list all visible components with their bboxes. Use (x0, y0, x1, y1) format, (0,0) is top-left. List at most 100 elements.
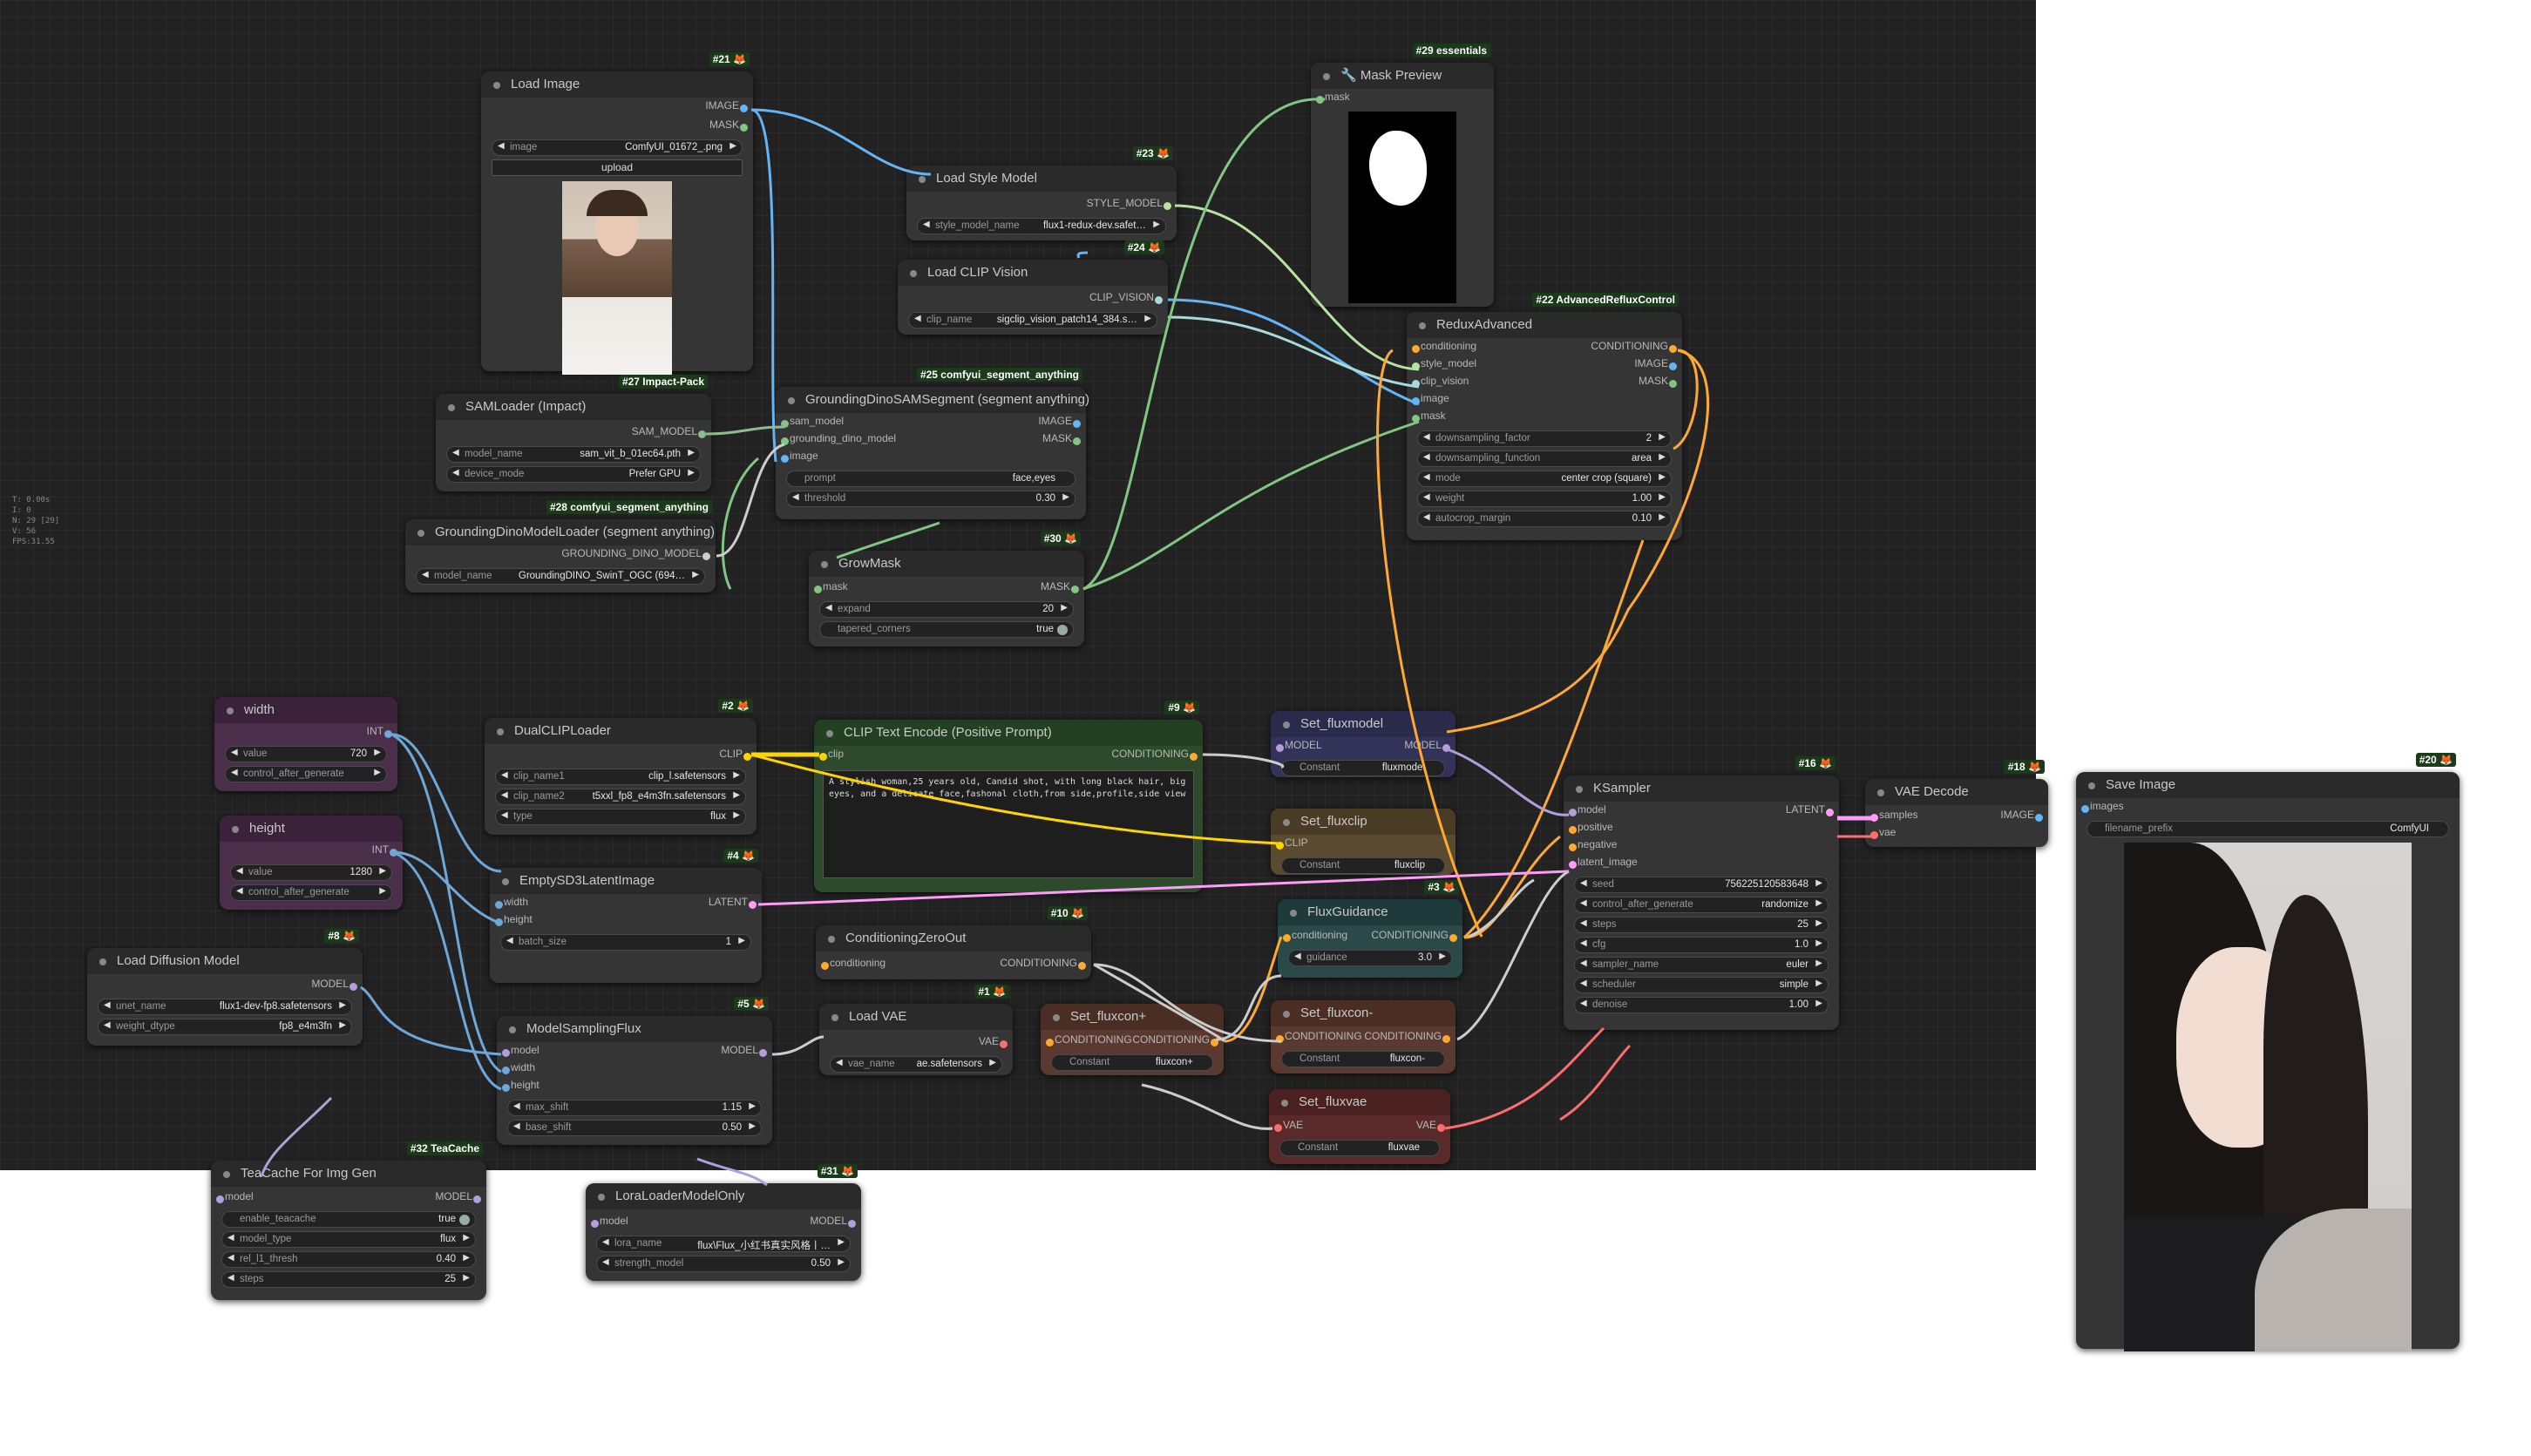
node-title[interactable]: Load CLIP Vision (898, 260, 1168, 286)
output-socket[interactable] (1071, 586, 1079, 593)
input-socket[interactable] (1569, 861, 1577, 869)
input-socket[interactable] (502, 1067, 510, 1074)
input-socket[interactable] (1276, 1035, 1284, 1043)
input-socket[interactable] (1412, 345, 1420, 353)
output-socket[interactable] (1449, 934, 1457, 942)
output-socket[interactable] (1669, 380, 1677, 388)
node-save-image[interactable]: #20 🦊 Save Image images filename_prefix C… (2076, 753, 2460, 1351)
node-title[interactable]: Set_fluxcon- (1271, 1000, 1455, 1026)
output-socket[interactable] (698, 430, 706, 438)
style-model-combo[interactable]: ◀ style_model_name flux1-redux-dev.safet… ▶ (917, 218, 1166, 234)
output-socket[interactable] (1669, 362, 1677, 370)
node-title[interactable]: ModelSamplingFlux (497, 1016, 772, 1042)
input-socket[interactable] (781, 437, 789, 445)
steps-widget[interactable]: ◀ steps 25 ▶ (1574, 917, 1829, 933)
node-redux-advanced[interactable]: #22 AdvancedRefluxControl ReduxAdvanced … (1407, 293, 1682, 540)
input-socket[interactable] (814, 586, 822, 593)
output-socket[interactable] (473, 1195, 481, 1203)
node-title[interactable]: Set_fluxvae (1269, 1089, 1450, 1115)
input-socket[interactable] (1569, 843, 1577, 851)
output-socket[interactable] (848, 1220, 856, 1228)
node-conditioning-zero-out[interactable]: #10 🦊 ConditioningZeroOut conditioning CO… (816, 906, 1091, 979)
input-socket[interactable] (502, 1049, 510, 1057)
input-socket[interactable] (821, 962, 829, 970)
output-socket[interactable] (384, 730, 392, 738)
node-sam-loader[interactable]: #27 Impact-Pack SAMLoader (Impact) SAM_M… (436, 375, 711, 491)
node-grounding-dino-model-loader[interactable]: #28 comfyui_segment_anything GroundingDi… (405, 500, 716, 593)
node-title[interactable]: 🔧 Mask Preview (1311, 63, 1494, 89)
cfg-widget[interactable]: ◀ cfg 1.0 ▶ (1574, 937, 1829, 953)
downsampling-factor-widget[interactable]: ◀ downsampling_factor 2 ▶ (1417, 430, 1672, 447)
control-after-generate-widget[interactable]: ◀control_after_generatefixed▶ (225, 766, 387, 782)
batch-size-widget[interactable]: ◀ batch_size 1 ▶ (500, 934, 751, 951)
guidance-widget[interactable]: ◀ guidance 3.0 ▶ (1288, 950, 1452, 966)
node-flux-guidance[interactable]: #3 🦊 FluxGuidance conditioning CONDITIONI… (1278, 880, 1462, 978)
input-socket[interactable] (1276, 842, 1284, 850)
enable-teacache-toggle[interactable]: enable_teacache true (221, 1211, 476, 1228)
lora-name-combo[interactable]: ◀ lora_name flux\Flux_小红书真实风格丨… ▶ (596, 1236, 851, 1252)
clip-name2-combo[interactable]: ◀ clip_name2 t5xxl_fp8_e4m3fn.safetensors ▶ (495, 789, 746, 805)
output-socket[interactable] (1211, 1039, 1218, 1046)
input-socket[interactable] (1276, 744, 1284, 752)
input-socket[interactable] (1412, 362, 1420, 370)
input-socket[interactable] (781, 455, 789, 463)
upload-button[interactable]: upload (492, 159, 743, 176)
input-socket[interactable] (1412, 397, 1420, 405)
strength-model-widget[interactable]: ◀ strength_model 0.50 ▶ (596, 1256, 851, 1272)
node-title[interactable]: Set_fluxcon+ (1041, 1004, 1224, 1030)
node-load-image[interactable]: #21 🦊 Load Image IMAGE MASK ◀ image ComfyU… (481, 52, 753, 375)
constant-widget[interactable]: Constant fluxcon+ (1051, 1054, 1213, 1071)
prompt-textarea[interactable]: A stylish woman,25 years old, Candid sho… (823, 770, 1194, 878)
constant-widget[interactable]: Constant fluxvae (1279, 1140, 1440, 1156)
input-socket[interactable] (781, 420, 789, 428)
output-socket[interactable] (702, 552, 710, 560)
scheduler-widget[interactable]: ◀ scheduler simple ▶ (1574, 977, 1829, 993)
node-title[interactable]: width (214, 697, 397, 723)
input-socket[interactable] (1274, 1124, 1282, 1132)
clip-name1-combo[interactable]: ◀ clip_name1 clip_l.safetensors ▶ (495, 769, 746, 785)
weight-widget[interactable]: ◀ weight 1.00 ▶ (1417, 491, 1672, 507)
seed-widget[interactable]: ◀ seed 756225120583648 ▶ (1574, 877, 1829, 893)
output-mask-socket[interactable] (740, 124, 748, 132)
node-title[interactable]: Load Diffusion Model (87, 948, 363, 974)
input-socket[interactable] (1283, 934, 1291, 942)
output-socket[interactable] (1437, 1124, 1445, 1132)
node-teacache[interactable]: #32 TeaCache TeaCache For Img Gen model M… (211, 1141, 486, 1300)
sampler-name-widget[interactable]: ◀ sampler_name euler ▶ (1574, 957, 1829, 973)
prompt-widget[interactable]: prompt face,eyes (786, 471, 1076, 487)
node-title[interactable]: Load Style Model (906, 166, 1177, 192)
output-socket[interactable] (349, 983, 357, 991)
node-empty-sd3-latent[interactable]: #4 🦊 EmptySD3LatentImage width LATENT hei… (490, 849, 762, 983)
output-socket[interactable] (1073, 420, 1081, 428)
node-vae-decode[interactable]: #18 🦊 VAE Decode samples IMAGE vae (1865, 760, 2048, 847)
node-title[interactable]: GroundingDinoModelLoader (segment anythi… (405, 519, 716, 545)
node-title[interactable]: GrowMask (809, 551, 1084, 577)
device-mode-combo[interactable]: ◀ device_mode Prefer GPU ▶ (446, 466, 701, 483)
denoise-widget[interactable]: ◀ denoise 1.00 ▶ (1574, 997, 1829, 1013)
output-socket[interactable] (749, 901, 757, 909)
output-socket[interactable] (1442, 1035, 1450, 1043)
node-set-fluxcon-plus[interactable]: Set_fluxcon+ CONDITIONING CONDITIONING Co… (1041, 1004, 1224, 1075)
output-socket[interactable] (759, 1049, 767, 1057)
constant-widget[interactable]: Constant fluxcon- (1281, 1051, 1445, 1067)
clip-name-combo[interactable]: ◀ clip_name sigclip_vision_patch14_384.s… ▶ (908, 312, 1157, 328)
node-lora-loader-model-only[interactable]: #31 🦊 LoraLoaderModelOnly model MODEL ◀ lo… (586, 1164, 861, 1281)
input-socket[interactable] (1870, 831, 1878, 839)
node-title[interactable]: ConditioningZeroOut (816, 925, 1091, 951)
control-after-generate-widget[interactable]: ◀ control_after_generate randomize ▶ (1574, 897, 1829, 913)
downsampling-function-widget[interactable]: ◀ downsampling_function area ▶ (1417, 450, 1672, 467)
model-type-widget[interactable]: ◀ model_type flux ▶ (221, 1231, 476, 1248)
output-image-socket[interactable] (740, 105, 748, 112)
node-height[interactable]: height INT ◀ value 1280 ▶ ◀ control_after_ge… (220, 816, 403, 910)
input-socket[interactable] (1412, 415, 1420, 423)
node-title[interactable]: Set_fluxmodel (1271, 711, 1455, 737)
node-title[interactable]: Set_fluxclip (1271, 809, 1455, 835)
value-widget[interactable]: ◀ value 1280 ▶ (230, 864, 392, 881)
node-title[interactable]: DualCLIPLoader (485, 718, 757, 744)
output-socket[interactable] (1078, 962, 1086, 970)
node-set-fluxcon-minus[interactable]: Set_fluxcon- CONDITIONING CONDITIONING Co… (1271, 1000, 1455, 1073)
node-title[interactable]: Load Image (481, 71, 753, 98)
input-socket[interactable] (495, 901, 503, 909)
model-name-combo[interactable]: ◀ model_name GroundingDINO_SwinT_OGC (694…… (416, 568, 705, 585)
node-set-fluxvae[interactable]: Set_fluxvae VAE VAE Constant fluxvae (1269, 1089, 1450, 1164)
